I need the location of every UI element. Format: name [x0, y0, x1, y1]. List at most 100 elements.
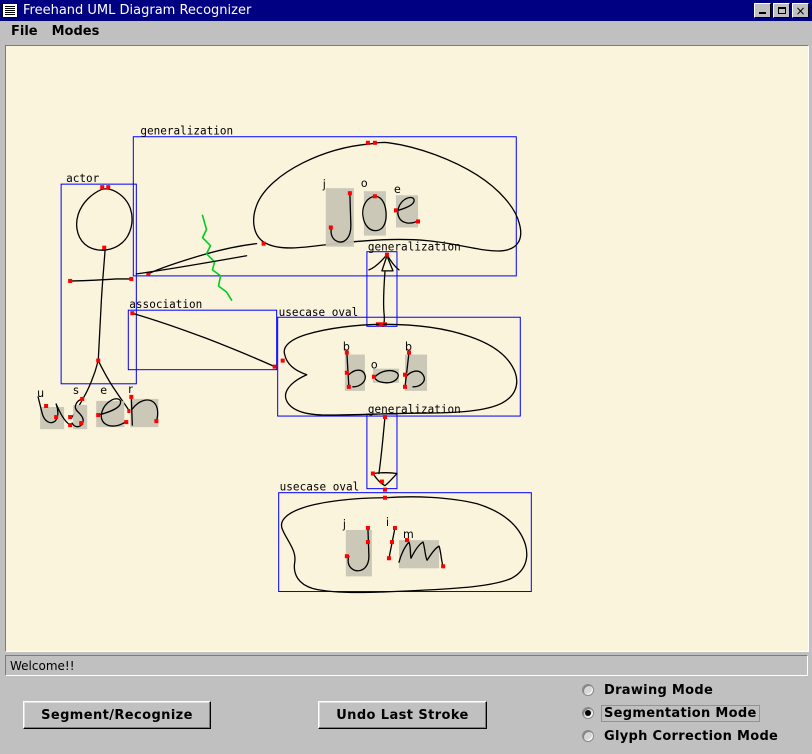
endpoint-marker [379, 479, 384, 484]
menu-bar: File Modes [0, 21, 812, 43]
glyph-label-e: e [100, 384, 107, 397]
endpoint-marker [344, 370, 349, 375]
endpoint-marker [441, 564, 446, 569]
glyph-label-s: s [73, 384, 79, 397]
endpoint-marker [392, 525, 397, 530]
selected-stroke[interactable] [201, 214, 233, 301]
endpoint-marker [68, 415, 73, 420]
endpoint-marker [378, 322, 383, 327]
close-button[interactable] [792, 3, 809, 18]
endpoint-marker [371, 374, 376, 379]
endpoint-marker [382, 495, 387, 500]
glyph-group-jim[interactable]: j i m [342, 516, 446, 577]
endpoint-marker [372, 194, 377, 199]
canvas-content: generalization actor generalization asso… [37, 125, 532, 594]
menu-item-file[interactable]: File [6, 23, 47, 41]
maximize-icon [774, 4, 789, 17]
endpoint-marker [389, 540, 394, 545]
endpoint-marker [370, 471, 375, 476]
endpoint-marker [68, 278, 73, 283]
endpoint-marker [102, 245, 107, 250]
endpoint-marker [416, 219, 421, 224]
endpoint-marker [365, 525, 370, 530]
application-window: Freehand UML Diagram Recognizer File Mod… [0, 0, 812, 754]
glyph-label-i: i [386, 516, 389, 529]
endpoint-marker [44, 403, 49, 408]
minimize-button[interactable] [754, 3, 771, 18]
maximize-button[interactable] [773, 3, 790, 18]
radio-glyph-correction-mode[interactable]: Glyph Correction Mode [582, 727, 781, 745]
glyph-label-m: m [403, 528, 414, 541]
glyph-label-b: b [405, 340, 412, 353]
shape-label-generalization-top: generalization [140, 125, 233, 138]
glyph-highlight [398, 540, 440, 569]
glyph-group-joe[interactable]: j o e [322, 177, 421, 247]
application-icon [2, 3, 18, 18]
endpoint-marker [272, 364, 277, 369]
shape-label-actor: actor [66, 172, 100, 185]
endpoint-marker [129, 276, 134, 281]
control-panel: Segment/Recognize Undo Last Stroke Drawi… [5, 678, 808, 750]
glyph-group-user[interactable]: u s e r [37, 383, 159, 430]
endpoint-marker [402, 384, 407, 389]
glyph-label-j: j [322, 178, 326, 191]
drawing-canvas[interactable]: generalization actor generalization asso… [5, 45, 809, 652]
bounding-box-generalization-top[interactable] [132, 136, 517, 277]
endpoint-marker [365, 140, 370, 145]
menu-item-modes[interactable]: Modes [47, 23, 109, 41]
radio-label-glyph-correction-mode: Glyph Correction Mode [604, 728, 779, 744]
endpoint-marker [96, 358, 101, 363]
radio-button-icon [582, 684, 594, 696]
endpoint-marker [280, 358, 285, 363]
shape-label-association: association [129, 298, 202, 311]
endpoint-marker [68, 423, 73, 428]
glyph-label-r: r [128, 383, 133, 396]
endpoint-marker [347, 191, 352, 196]
endpoint-marker [393, 208, 398, 213]
glyph-label-o: o [371, 359, 378, 372]
endpoint-marker [402, 372, 407, 377]
glyph-label-u: u [37, 387, 44, 400]
radio-label-segmentation-mode: Segmentation Mode [601, 704, 760, 722]
endpoint-marker [346, 384, 351, 389]
endpoint-marker [100, 185, 105, 190]
shape-label-usecase-oval-bottom: usecase oval [280, 481, 360, 494]
close-icon [793, 4, 808, 17]
glyph-label-o: o [361, 177, 368, 190]
endpoint-marker [130, 311, 135, 316]
shape-label-usecase-oval-middle: usecase oval [279, 306, 359, 319]
status-message: Welcome!! [10, 658, 75, 673]
sketch-generalization-arrow-bottom[interactable] [372, 416, 398, 487]
radio-button-icon-selected [582, 707, 594, 719]
endpoint-marker [328, 225, 333, 230]
radio-drawing-mode[interactable]: Drawing Mode [582, 681, 781, 699]
endpoint-marker [79, 421, 84, 426]
endpoint-marker [124, 420, 129, 425]
mode-radio-group: Drawing Mode Segmentation Mode Glyph Cor… [582, 681, 781, 745]
endpoint-marker [54, 415, 59, 420]
endpoint-marker [106, 185, 111, 190]
sketch-association-line[interactable] [131, 312, 276, 368]
radio-segmentation-mode[interactable]: Segmentation Mode [582, 704, 781, 722]
endpoint-marker [80, 396, 85, 401]
glyph-label-e: e [394, 183, 401, 196]
endpoint-marker [382, 415, 387, 420]
glyph-group-bob[interactable]: b o b [343, 340, 428, 391]
endpoint-marker [96, 413, 101, 418]
endpoint-marker [384, 252, 389, 257]
segment-recognize-button[interactable]: Segment/Recognize [23, 701, 211, 729]
title-bar: Freehand UML Diagram Recognizer [0, 0, 812, 21]
sketch-middle-oval[interactable] [283, 323, 518, 416]
undo-last-stroke-button[interactable]: Undo Last Stroke [318, 701, 487, 729]
status-bar: Welcome!! [5, 655, 808, 676]
endpoint-marker [386, 556, 391, 561]
glyph-label-b: b [343, 340, 350, 353]
endpoint-marker [365, 540, 370, 545]
glyph-label-j: j [342, 518, 346, 531]
endpoint-marker [344, 554, 349, 559]
sketch-generalization-arrow-middle[interactable] [368, 254, 400, 327]
minimize-icon [755, 4, 770, 17]
endpoint-marker [154, 419, 159, 424]
endpoint-marker [372, 140, 377, 145]
window-controls [754, 3, 810, 18]
